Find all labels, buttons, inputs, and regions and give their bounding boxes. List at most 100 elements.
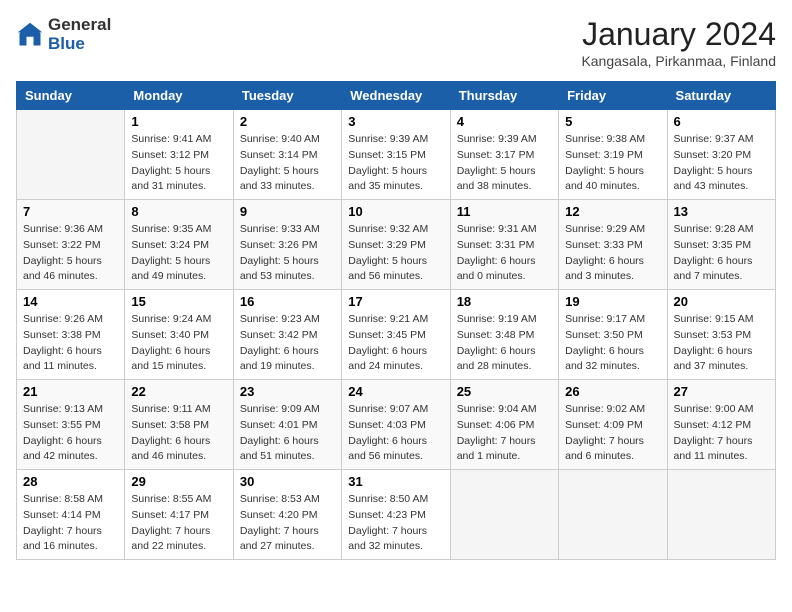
calendar-cell: 26 Sunrise: 9:02 AMSunset: 4:09 PMDayligh… [559,380,667,470]
day-number: 26 [565,384,660,399]
day-number: 3 [348,114,443,129]
calendar-cell: 1Sunrise: 9:41 AMSunset: 3:12 PMDaylight… [125,110,233,200]
day-number: 23 [240,384,335,399]
calendar-cell: 23 Sunrise: 9:09 AMSunset: 4:01 PMDayligh… [233,380,341,470]
calendar-cell: 3 Sunrise: 9:39 AMSunset: 3:15 PMDaylight… [342,110,450,200]
day-info: Sunrise: 9:13 AMSunset: 3:55 PMDaylight:… [23,402,118,465]
day-number: 7 [23,204,118,219]
calendar-cell: 2 Sunrise: 9:40 AMSunset: 3:14 PMDaylight… [233,110,341,200]
calendar-cell: 29Sunrise: 8:55 AMSunset: 4:17 PMDayligh… [125,470,233,560]
subtitle: Kangasala, Pirkanmaa, Finland [581,53,776,69]
calendar-cell: 14 Sunrise: 9:26 AMSunset: 3:38 PMDayligh… [17,290,125,380]
day-info: Sunrise: 9:02 AMSunset: 4:09 PMDaylight:… [565,402,660,465]
title-area: January 2024 Kangasala, Pirkanmaa, Finla… [581,16,776,69]
week-row-1: 7 Sunrise: 9:36 AMSunset: 3:22 PMDaylight… [17,200,776,290]
weekday-header-thursday: Thursday [450,82,558,110]
day-number: 18 [457,294,552,309]
day-info: Sunrise: 9:07 AMSunset: 4:03 PMDaylight:… [348,402,443,465]
calendar-header: SundayMondayTuesdayWednesdayThursdayFrid… [17,82,776,110]
day-number: 12 [565,204,660,219]
day-number: 8 [131,204,226,219]
weekday-header-friday: Friday [559,82,667,110]
day-info: Sunrise: 8:58 AMSunset: 4:14 PMDaylight:… [23,492,118,555]
calendar-cell: 16 Sunrise: 9:23 AMSunset: 3:42 PMDayligh… [233,290,341,380]
day-info: Sunrise: 9:38 AMSunset: 3:19 PMDaylight:… [565,132,660,195]
day-info: Sunrise: 9:09 AMSunset: 4:01 PMDaylight:… [240,402,335,465]
calendar-cell [17,110,125,200]
page-header: General Blue January 2024 Kangasala, Pir… [16,16,776,69]
calendar-table: SundayMondayTuesdayWednesdayThursdayFrid… [16,81,776,560]
day-number: 25 [457,384,552,399]
day-number: 27 [674,384,769,399]
day-info: Sunrise: 9:21 AMSunset: 3:45 PMDaylight:… [348,312,443,375]
calendar-cell: 20Sunrise: 9:15 AMSunset: 3:53 PMDayligh… [667,290,775,380]
weekday-header-sunday: Sunday [17,82,125,110]
weekday-header-row: SundayMondayTuesdayWednesdayThursdayFrid… [17,82,776,110]
calendar-cell: 18 Sunrise: 9:19 AMSunset: 3:48 PMDayligh… [450,290,558,380]
day-info: Sunrise: 9:24 AMSunset: 3:40 PMDaylight:… [131,312,226,375]
week-row-3: 21 Sunrise: 9:13 AMSunset: 3:55 PMDayligh… [17,380,776,470]
day-info: Sunrise: 9:23 AMSunset: 3:42 PMDaylight:… [240,312,335,375]
logo-blue: Blue [48,34,85,53]
calendar-cell [667,470,775,560]
calendar-cell: 12 Sunrise: 9:29 AMSunset: 3:33 PMDayligh… [559,200,667,290]
calendar-cell: 31Sunrise: 8:50 AMSunset: 4:23 PMDayligh… [342,470,450,560]
day-info: Sunrise: 9:26 AMSunset: 3:38 PMDaylight:… [23,312,118,375]
weekday-header-tuesday: Tuesday [233,82,341,110]
day-info: Sunrise: 9:33 AMSunset: 3:26 PMDaylight:… [240,222,335,285]
weekday-header-wednesday: Wednesday [342,82,450,110]
day-info: Sunrise: 9:28 AMSunset: 3:35 PMDaylight:… [674,222,769,285]
day-number: 16 [240,294,335,309]
day-number: 22 [131,384,226,399]
day-number: 5 [565,114,660,129]
logo-text: General Blue [48,16,111,53]
logo-icon [16,21,44,49]
day-number: 9 [240,204,335,219]
day-number: 1 [131,114,226,129]
day-info: Sunrise: 9:11 AMSunset: 3:58 PMDaylight:… [131,402,226,465]
week-row-0: 1Sunrise: 9:41 AMSunset: 3:12 PMDaylight… [17,110,776,200]
calendar-cell: 11 Sunrise: 9:31 AMSunset: 3:31 PMDayligh… [450,200,558,290]
day-info: Sunrise: 9:36 AMSunset: 3:22 PMDaylight:… [23,222,118,285]
week-row-4: 28Sunrise: 8:58 AMSunset: 4:14 PMDayligh… [17,470,776,560]
day-info: Sunrise: 9:17 AMSunset: 3:50 PMDaylight:… [565,312,660,375]
weekday-header-saturday: Saturday [667,82,775,110]
day-info: Sunrise: 9:39 AMSunset: 3:15 PMDaylight:… [348,132,443,195]
calendar-cell: 9 Sunrise: 9:33 AMSunset: 3:26 PMDaylight… [233,200,341,290]
calendar-cell: 19 Sunrise: 9:17 AMSunset: 3:50 PMDayligh… [559,290,667,380]
day-info: Sunrise: 9:29 AMSunset: 3:33 PMDaylight:… [565,222,660,285]
day-info: Sunrise: 9:37 AMSunset: 3:20 PMDaylight:… [674,132,769,195]
day-number: 21 [23,384,118,399]
day-number: 30 [240,474,335,489]
calendar-cell: 24Sunrise: 9:07 AMSunset: 4:03 PMDayligh… [342,380,450,470]
day-number: 11 [457,204,552,219]
day-number: 2 [240,114,335,129]
calendar-cell: 8Sunrise: 9:35 AMSunset: 3:24 PMDaylight… [125,200,233,290]
day-info: Sunrise: 9:19 AMSunset: 3:48 PMDaylight:… [457,312,552,375]
calendar-cell: 21 Sunrise: 9:13 AMSunset: 3:55 PMDayligh… [17,380,125,470]
day-number: 14 [23,294,118,309]
calendar-cell: 5 Sunrise: 9:38 AMSunset: 3:19 PMDaylight… [559,110,667,200]
day-info: Sunrise: 9:00 AMSunset: 4:12 PMDaylight:… [674,402,769,465]
calendar-cell: 7 Sunrise: 9:36 AMSunset: 3:22 PMDaylight… [17,200,125,290]
day-info: Sunrise: 9:04 AMSunset: 4:06 PMDaylight:… [457,402,552,465]
main-title: January 2024 [581,16,776,53]
weekday-header-monday: Monday [125,82,233,110]
day-number: 31 [348,474,443,489]
calendar-cell: 30Sunrise: 8:53 AMSunset: 4:20 PMDayligh… [233,470,341,560]
calendar-cell: 25 Sunrise: 9:04 AMSunset: 4:06 PMDayligh… [450,380,558,470]
calendar-cell [559,470,667,560]
day-info: Sunrise: 9:31 AMSunset: 3:31 PMDaylight:… [457,222,552,285]
day-number: 4 [457,114,552,129]
calendar-cell: 22 Sunrise: 9:11 AMSunset: 3:58 PMDayligh… [125,380,233,470]
day-number: 15 [131,294,226,309]
calendar-cell: 17 Sunrise: 9:21 AMSunset: 3:45 PMDayligh… [342,290,450,380]
calendar-cell: 13Sunrise: 9:28 AMSunset: 3:35 PMDayligh… [667,200,775,290]
day-number: 17 [348,294,443,309]
calendar-cell: 15 Sunrise: 9:24 AMSunset: 3:40 PMDayligh… [125,290,233,380]
week-row-2: 14 Sunrise: 9:26 AMSunset: 3:38 PMDayligh… [17,290,776,380]
day-info: Sunrise: 9:40 AMSunset: 3:14 PMDaylight:… [240,132,335,195]
day-info: Sunrise: 9:39 AMSunset: 3:17 PMDaylight:… [457,132,552,195]
day-number: 19 [565,294,660,309]
day-info: Sunrise: 8:55 AMSunset: 4:17 PMDaylight:… [131,492,226,555]
